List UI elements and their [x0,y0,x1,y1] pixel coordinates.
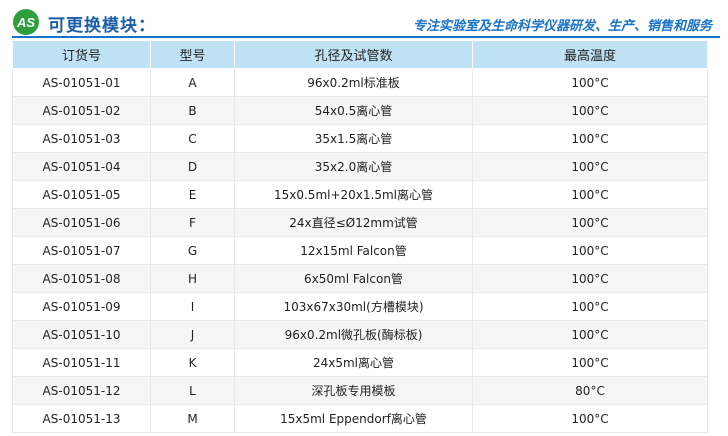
header: AS 可更换模块： 专注实验室及生命科学仪器研发、生产、销售和服务 [12,8,720,36]
order-no-cell: AS-01051-05 [12,180,151,209]
product-table: 订货号 型号 孔径及试管数 最高温度 AS-01051-01 A 96x0.2m… [12,40,708,433]
column-header-order-no: 订货号 [12,40,151,69]
model-cell: I [150,292,235,321]
model-cell: L [150,376,235,405]
spec-cell: 24x5ml离心管 [234,348,473,377]
spec-cell: 15x0.5ml+20x1.5ml离心管 [234,180,473,209]
order-no-cell: AS-01051-03 [12,124,151,153]
spec-cell: 12x15ml Falcon管 [234,236,473,265]
order-no-cell: AS-01051-11 [12,348,151,377]
as-logo-icon: AS [13,9,39,35]
company-slogan: 专注实验室及生命科学仪器研发、生产、销售和服务 [412,19,712,34]
table-row: AS-01051-10 J 96x0.2ml微孔板(酶标板) 100°C [12,320,708,349]
model-cell: F [150,208,235,237]
table-row: AS-01051-01 A 96x0.2ml标准板 100°C [12,68,708,97]
column-header-max-temp: 最高温度 [472,40,708,69]
column-header-spec: 孔径及试管数 [234,40,473,69]
max-temp-cell: 100°C [472,124,708,153]
table-row: AS-01051-05 E 15x0.5ml+20x1.5ml离心管 100°C [12,180,708,209]
page: AS 可更换模块： 专注实验室及生命科学仪器研发、生产、销售和服务 订货号 型号… [0,0,728,436]
table-row: AS-01051-11 K 24x5ml离心管 100°C [12,348,708,377]
max-temp-cell: 100°C [472,404,708,433]
table-row: AS-01051-03 C 35x1.5离心管 100°C [12,124,708,153]
order-no-cell: AS-01051-09 [12,292,151,321]
order-no-cell: AS-01051-13 [12,404,151,433]
spec-cell: 24x直径≤Ø12mm试管 [234,208,473,237]
model-cell: J [150,320,235,349]
max-temp-cell: 100°C [472,264,708,293]
table-body: AS-01051-01 A 96x0.2ml标准板 100°C AS-01051… [12,68,708,433]
spec-cell: 103x67x30ml(方槽模块) [234,292,473,321]
model-cell: C [150,124,235,153]
order-no-cell: AS-01051-08 [12,264,151,293]
model-cell: D [150,152,235,181]
header-divider [12,36,720,38]
max-temp-cell: 100°C [472,348,708,377]
spec-cell: 35x2.0离心管 [234,152,473,181]
order-no-cell: AS-01051-07 [12,236,151,265]
table-row: AS-01051-12 L 深孔板专用模板 80°C [12,376,708,405]
table-row: AS-01051-09 I 103x67x30ml(方槽模块) 100°C [12,292,708,321]
table-row: AS-01051-04 D 35x2.0离心管 100°C [12,152,708,181]
page-title: 可更换模块： [48,16,156,36]
table-header-row: 订货号 型号 孔径及试管数 最高温度 [12,40,708,69]
max-temp-cell: 80°C [472,376,708,405]
spec-cell: 96x0.2ml微孔板(酶标板) [234,320,473,349]
table-row: AS-01051-02 B 54x0.5离心管 100°C [12,96,708,125]
model-cell: H [150,264,235,293]
order-no-cell: AS-01051-12 [12,376,151,405]
model-cell: A [150,68,235,97]
spec-cell: 96x0.2ml标准板 [234,68,473,97]
model-cell: G [150,236,235,265]
order-no-cell: AS-01051-02 [12,96,151,125]
max-temp-cell: 100°C [472,320,708,349]
table-row: AS-01051-07 G 12x15ml Falcon管 100°C [12,236,708,265]
order-no-cell: AS-01051-10 [12,320,151,349]
order-no-cell: AS-01051-01 [12,68,151,97]
max-temp-cell: 100°C [472,180,708,209]
table-row: AS-01051-06 F 24x直径≤Ø12mm试管 100°C [12,208,708,237]
max-temp-cell: 100°C [472,96,708,125]
table-row: AS-01051-13 M 15x5ml Eppendorf离心管 100°C [12,404,708,433]
spec-cell: 35x1.5离心管 [234,124,473,153]
column-header-model: 型号 [150,40,235,69]
table-row: AS-01051-08 H 6x50ml Falcon管 100°C [12,264,708,293]
spec-cell: 54x0.5离心管 [234,96,473,125]
max-temp-cell: 100°C [472,208,708,237]
spec-cell: 15x5ml Eppendorf离心管 [234,404,473,433]
max-temp-cell: 100°C [472,236,708,265]
max-temp-cell: 100°C [472,68,708,97]
model-cell: B [150,96,235,125]
model-cell: M [150,404,235,433]
order-no-cell: AS-01051-06 [12,208,151,237]
svg-text:AS: AS [16,15,35,30]
spec-cell: 深孔板专用模板 [234,376,473,405]
model-cell: K [150,348,235,377]
max-temp-cell: 100°C [472,152,708,181]
max-temp-cell: 100°C [472,292,708,321]
order-no-cell: AS-01051-04 [12,152,151,181]
model-cell: E [150,180,235,209]
spec-cell: 6x50ml Falcon管 [234,264,473,293]
